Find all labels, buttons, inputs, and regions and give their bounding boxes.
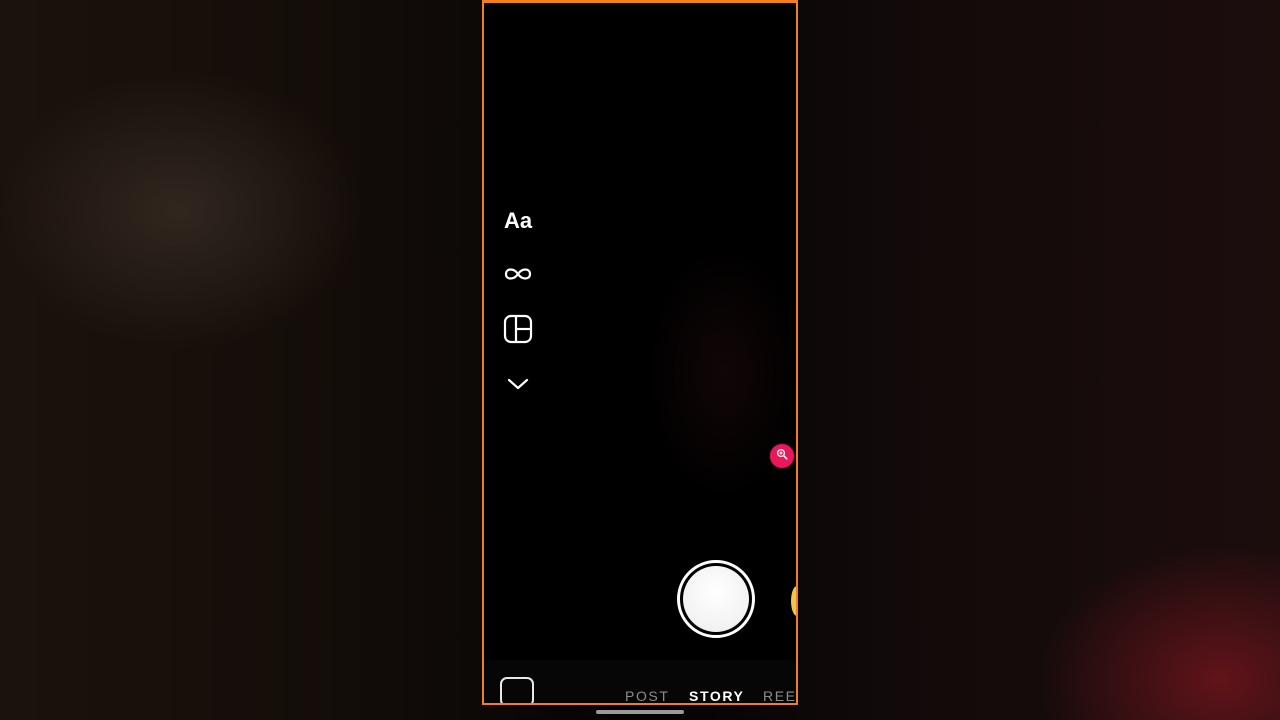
gallery-button[interactable] bbox=[500, 677, 534, 703]
create-mode-label: Aa bbox=[503, 208, 533, 233]
more-tools-button[interactable] bbox=[498, 368, 538, 404]
phone-screen: Aa POST STORY REE bbox=[482, 0, 798, 705]
infinity-icon bbox=[503, 266, 533, 287]
camera-side-toolbar: Aa bbox=[498, 203, 538, 423]
effect-thumbnail[interactable] bbox=[791, 586, 796, 616]
create-mode-button[interactable]: Aa bbox=[498, 203, 538, 239]
shutter-button[interactable] bbox=[677, 560, 755, 638]
home-indicator[interactable] bbox=[596, 710, 684, 714]
layout-icon bbox=[503, 314, 533, 349]
chevron-down-icon bbox=[507, 377, 529, 396]
mode-reels[interactable]: REE bbox=[763, 688, 796, 703]
zoom-button[interactable] bbox=[769, 443, 795, 469]
layout-button[interactable] bbox=[498, 313, 538, 349]
magnifier-plus-icon bbox=[776, 447, 788, 465]
mode-bar: POST STORY REE bbox=[484, 660, 796, 703]
boomerang-button[interactable] bbox=[498, 258, 538, 294]
shutter-inner bbox=[683, 566, 749, 632]
mode-story[interactable]: STORY bbox=[689, 688, 744, 703]
mode-post[interactable]: POST bbox=[625, 688, 670, 703]
